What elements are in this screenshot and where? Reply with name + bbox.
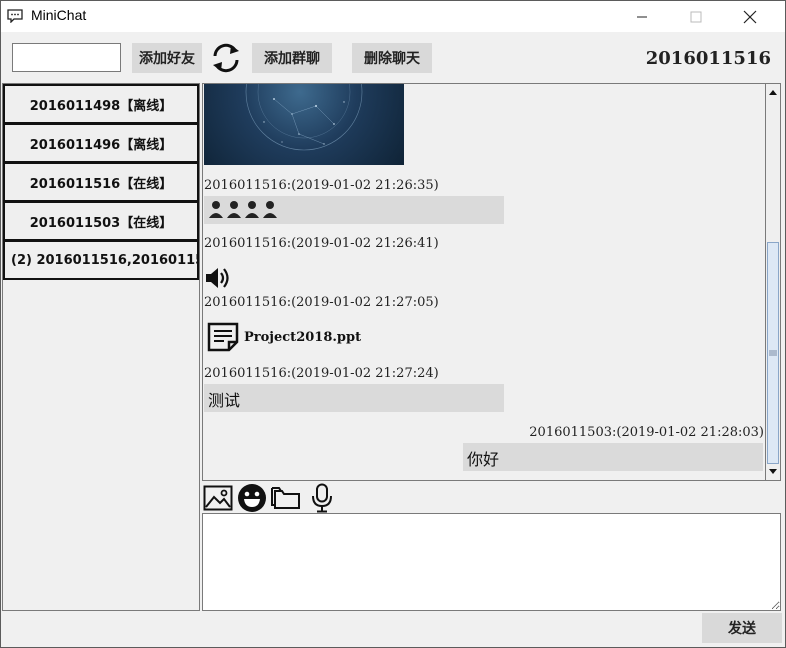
- add-group-button[interactable]: 添加群聊: [252, 43, 332, 73]
- folder-icon: [271, 487, 300, 509]
- minimize-icon: [637, 16, 647, 17]
- arrow-down-icon: [769, 469, 777, 474]
- arrow-up-icon: [769, 90, 777, 95]
- message-bubble: 你好: [463, 443, 763, 471]
- file-name[interactable]: Project2018.ppt: [244, 330, 361, 345]
- message-input[interactable]: [202, 513, 781, 611]
- message-meta: 2016011516:(2019-01-02 21:26:41): [204, 236, 439, 251]
- message-meta: 2016011516:(2019-01-02 21:27:05): [204, 295, 439, 310]
- maximize-icon: [690, 11, 702, 22]
- chat-scrollbar[interactable]: [765, 83, 781, 481]
- chat-app-icon: [7, 9, 23, 23]
- message-meta: 2016011516:(2019-01-02 21:26:35): [204, 178, 439, 193]
- document-icon[interactable]: [206, 322, 240, 352]
- scroll-thumb[interactable]: [767, 242, 779, 464]
- refresh-icon[interactable]: [209, 41, 243, 75]
- message-bubble: 测试: [204, 384, 504, 412]
- maximize-button[interactable]: [673, 1, 719, 32]
- contact-item[interactable]: 2016011498【离线】: [3, 84, 199, 124]
- message-meta: 2016011516:(2019-01-02 21:27:24): [204, 366, 439, 381]
- delete-chat-button[interactable]: 删除聊天: [352, 43, 432, 73]
- send-emoji-button[interactable]: [236, 483, 268, 513]
- scroll-down-button[interactable]: [766, 464, 780, 480]
- chat-history: 2016011516:(2019-01-02 21:26:35) 2016011…: [202, 83, 766, 481]
- grip-icon: [769, 350, 777, 356]
- message-meta: 2016011503:(2019-01-02 21:28:03): [529, 425, 764, 440]
- window-title: MiniChat: [31, 7, 87, 23]
- close-button[interactable]: [727, 1, 773, 32]
- add-friend-button[interactable]: 添加好友: [132, 43, 202, 73]
- contact-item[interactable]: 2016011496【离线】: [3, 123, 199, 163]
- current-user-id: 2016011516: [645, 48, 771, 69]
- starry-image-drawing: [245, 84, 363, 151]
- send-file-button[interactable]: [270, 483, 302, 513]
- contact-item[interactable]: 2016011516【在线】: [3, 162, 199, 202]
- contact-item[interactable]: 2016011503【在线】: [3, 201, 199, 241]
- scroll-up-button[interactable]: [766, 84, 780, 100]
- send-image-button[interactable]: [202, 483, 234, 513]
- search-input[interactable]: [12, 43, 121, 72]
- image-icon: [203, 485, 233, 511]
- message-bubble: [204, 196, 504, 224]
- contact-list: 2016011498【离线】 2016011496【离线】 2016011516…: [2, 83, 200, 611]
- speaker-icon[interactable]: [204, 264, 232, 292]
- voice-record-button[interactable]: [306, 483, 338, 513]
- minimize-button[interactable]: [619, 1, 665, 32]
- microphone-icon: [312, 483, 332, 513]
- group-chat-item[interactable]: (2) 2016011516,2016011503: [3, 240, 199, 280]
- close-icon: [743, 10, 757, 23]
- starry-image[interactable]: [204, 84, 404, 165]
- minichat-window: MiniChat 添加好友 添加群聊 删除聊天 2016011516 20160…: [0, 0, 786, 648]
- user-group-emoji: [209, 201, 277, 218]
- title-bar: MiniChat: [1, 1, 785, 32]
- compose-tools: [202, 483, 502, 513]
- send-button[interactable]: 发送: [702, 613, 782, 643]
- emoji-icon: [238, 484, 266, 512]
